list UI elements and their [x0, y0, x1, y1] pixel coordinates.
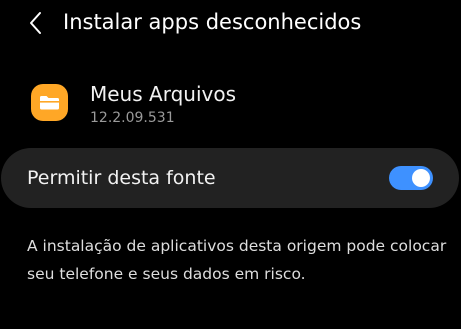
allow-source-setting[interactable]: Permitir desta fonte — [1, 148, 459, 208]
back-button[interactable] — [22, 8, 50, 38]
app-icon — [31, 84, 68, 121]
allow-source-label: Permitir desta fonte — [27, 167, 216, 189]
chevron-left-icon — [30, 12, 41, 34]
top-app-bar: Instalar apps desconhecidos — [0, 0, 461, 46]
app-name: Meus Arquivos — [90, 82, 236, 106]
switch-knob — [412, 169, 430, 187]
allow-source-switch[interactable] — [389, 166, 433, 190]
folder-icon — [31, 84, 68, 121]
app-info: Meus Arquivos 12.2.09.531 — [0, 72, 461, 132]
app-version: 12.2.09.531 — [90, 110, 175, 126]
page-title: Instalar apps desconhecidos — [63, 10, 362, 34]
security-warning-text: A instalação de aplicativos desta origem… — [27, 237, 447, 283]
